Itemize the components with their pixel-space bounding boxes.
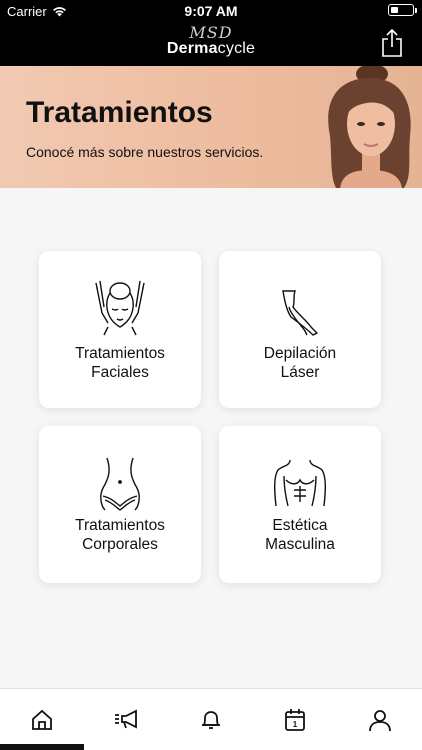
logo-brand-light: cycle — [217, 40, 256, 57]
card-male-aesthetics[interactable]: Estética Masculina — [219, 426, 381, 583]
card-label-line2: Faciales — [91, 364, 149, 381]
top-bar: Carrier 9:07 AM MSD Dermacycle — [0, 0, 422, 66]
card-facial-treatments[interactable]: Tratamientos Faciales — [39, 251, 201, 408]
app-logo: MSD Dermacycle — [0, 23, 422, 58]
hero-banner: Tratamientos Conocé más sobre nuestros s… — [0, 66, 422, 188]
home-icon — [32, 709, 52, 730]
card-label-line1: Tratamientos — [75, 517, 165, 534]
battery-icon — [388, 4, 417, 16]
user-icon — [369, 710, 391, 732]
bottom-tab-bar: 1 — [0, 688, 422, 750]
card-body-treatments[interactable]: Tratamientos Corporales — [39, 426, 201, 583]
calendar-icon: 1 — [285, 709, 305, 731]
calendar-day-label: 1 — [293, 720, 298, 729]
card-label-line1: Estética — [272, 517, 328, 534]
male-torso-icon — [273, 459, 327, 507]
card-label-line1: Tratamientos — [75, 345, 165, 362]
status-time: 9:07 AM — [184, 3, 238, 19]
card-laser-hair-removal[interactable]: Depilación Láser — [219, 251, 381, 408]
logo-brand-bold: Derma — [166, 40, 218, 57]
bell-icon — [202, 711, 220, 729]
facial-treatment-icon — [95, 280, 145, 336]
status-bar: Carrier 9:07 AM — [0, 0, 422, 22]
page-title: Tratamientos — [26, 96, 213, 129]
tab-home[interactable] — [29, 707, 55, 733]
legs-icon — [282, 290, 319, 336]
card-label-line2: Corporales — [82, 536, 158, 553]
tab-appointments[interactable]: 1 — [282, 707, 308, 733]
tab-notifications[interactable] — [198, 707, 224, 733]
model-portrait-image — [328, 66, 411, 188]
card-label-line2: Láser — [280, 364, 320, 381]
active-tab-indicator — [0, 744, 84, 750]
waist-icon — [100, 457, 140, 511]
page-subtitle: Conocé más sobre nuestros servicios. — [26, 144, 264, 160]
megaphone-icon — [115, 709, 137, 729]
tab-profile[interactable] — [367, 707, 393, 733]
card-label-line1: Depilación — [263, 345, 337, 362]
share-icon[interactable] — [380, 28, 404, 58]
logo-monogram: MSD — [189, 23, 233, 42]
tab-promotions[interactable] — [114, 707, 140, 733]
card-label-line2: Masculina — [265, 536, 335, 553]
